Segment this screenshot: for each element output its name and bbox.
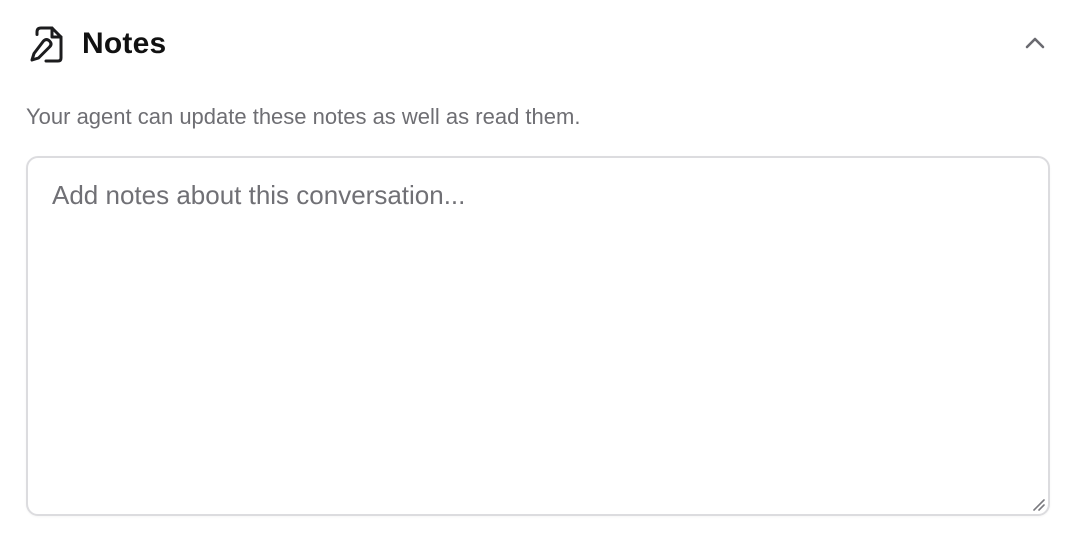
chevron-up-icon (1025, 37, 1045, 49)
collapse-button[interactable] (1020, 28, 1050, 58)
file-edit-icon (28, 25, 64, 63)
notes-title: Notes (82, 27, 167, 60)
notes-panel: Notes Your agent can update these notes … (0, 0, 1076, 540)
notes-header: Notes (26, 22, 1050, 66)
notes-description: Your agent can update these notes as wel… (26, 104, 581, 129)
notes-textarea[interactable] (26, 156, 1050, 516)
resize-grip-icon[interactable] (1030, 496, 1046, 512)
